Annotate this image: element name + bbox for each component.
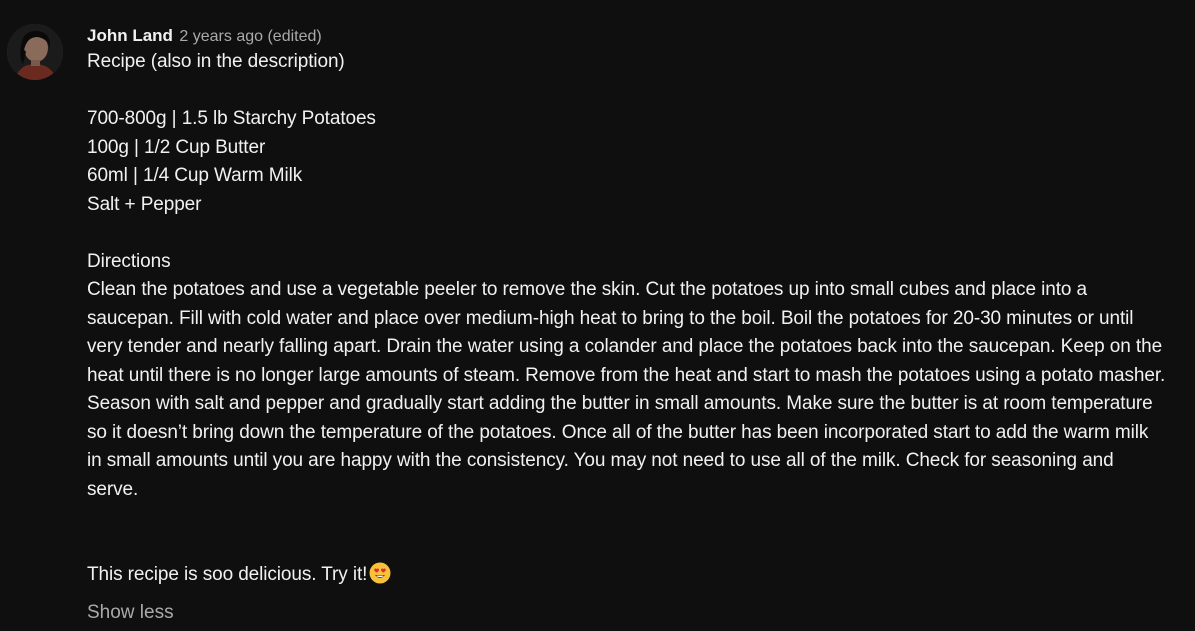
comment-text: Recipe (also in the description) 700-800… bbox=[87, 48, 1182, 590]
user-avatar[interactable] bbox=[7, 24, 63, 80]
directions-text: Clean the potatoes and use a vegetable p… bbox=[87, 279, 1166, 500]
closing-line: This recipe is soo delicious. Try it! bbox=[87, 561, 1182, 590]
comment-body: John Land 2 years ago (edited) Recipe (a… bbox=[87, 24, 1182, 590]
recipe-intro: Recipe (also in the description) bbox=[87, 51, 345, 72]
directions-heading: Directions bbox=[87, 250, 171, 272]
ingredient-seasoning: Salt + Pepper bbox=[87, 193, 202, 215]
author-name[interactable]: John Land bbox=[87, 26, 173, 45]
closing-text: This recipe is soo delicious. Try it! bbox=[87, 564, 368, 585]
edited-label: (edited) bbox=[267, 28, 322, 45]
show-less-button[interactable]: Show less bbox=[87, 602, 174, 624]
ingredient-potatoes: 700-800g | 1.5 lb Starchy Potatoes bbox=[87, 108, 376, 129]
comment-timestamp[interactable]: 2 years ago bbox=[179, 28, 263, 45]
ingredient-milk: 60ml | 1/4 Cup Warm Milk bbox=[87, 165, 303, 186]
comment-header: John Land 2 years ago (edited) bbox=[87, 24, 1182, 48]
comment-thread: John Land 2 years ago (edited) Recipe (a… bbox=[0, 0, 1195, 631]
avatar-image bbox=[7, 24, 63, 80]
ingredient-butter: 100g | 1/2 Cup Butter bbox=[87, 136, 266, 158]
heart-eyes-emoji-icon bbox=[369, 562, 391, 584]
